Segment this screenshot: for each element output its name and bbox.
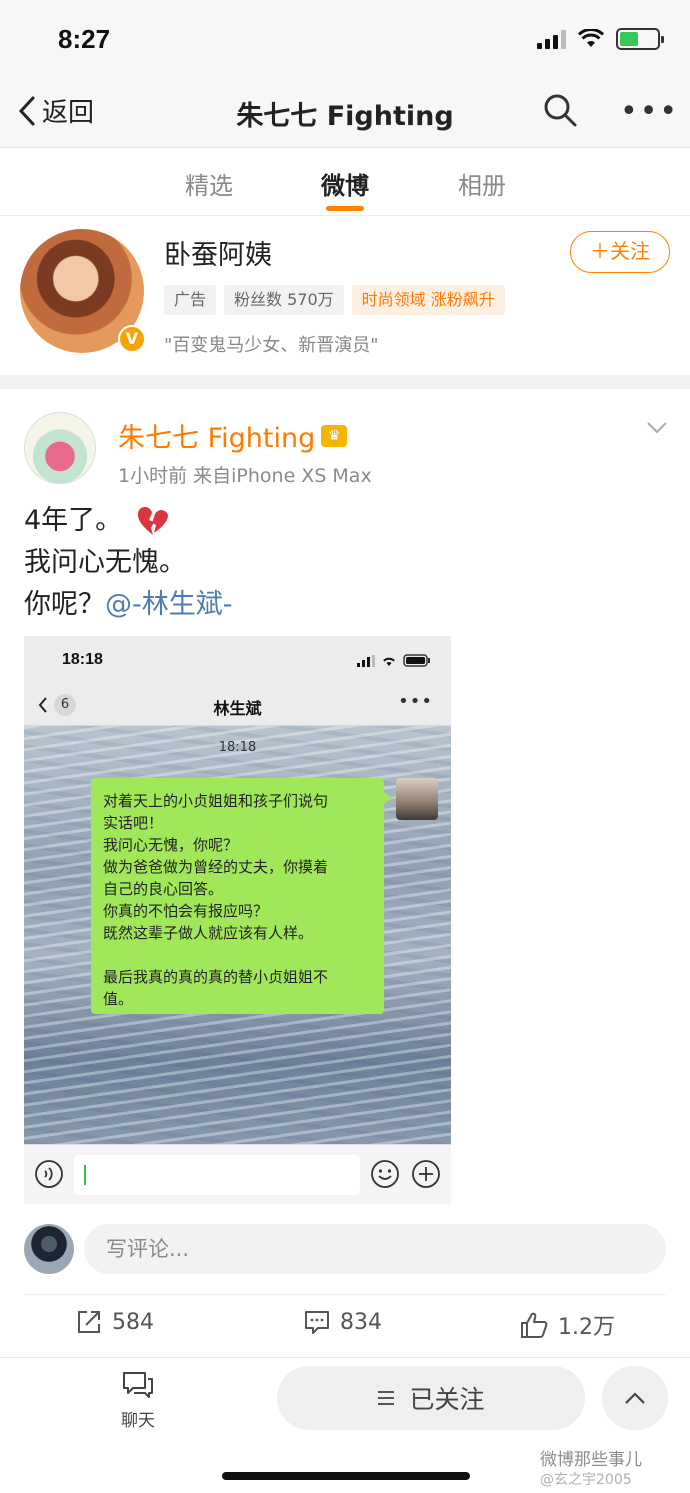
like-count: 1.2万 bbox=[558, 1315, 615, 1340]
image-status-bar: 18:18 bbox=[24, 636, 451, 686]
chat-bubble: 对着天上的小贞姐姐和孩子们说句 实话吧！ 我问心无愧，你呢？ 做为爸爸做为曾经的… bbox=[91, 778, 392, 1014]
mention-link[interactable]: @-林生斌- bbox=[105, 589, 233, 620]
plus-icon bbox=[412, 1160, 440, 1188]
comment-count: 834 bbox=[340, 1309, 382, 1335]
post-meta: 1小时前 来自iPhone XS Max bbox=[118, 465, 372, 487]
status-bar: 8:27 bbox=[0, 0, 690, 80]
verified-icon: V bbox=[118, 325, 146, 353]
image-chat-title: 林生斌 bbox=[213, 699, 262, 718]
chat-label: 聊天 bbox=[121, 1411, 155, 1431]
ad-label-tag: 广告 bbox=[164, 285, 217, 315]
voice-icon bbox=[35, 1160, 63, 1188]
trending-tag: 时尚领域 涨粉飙升 bbox=[351, 285, 505, 315]
sender-avatar bbox=[396, 778, 438, 820]
chat-timestamp: 18:18 bbox=[218, 740, 257, 755]
repost-icon bbox=[78, 1311, 100, 1333]
repost-button[interactable]: 584 bbox=[76, 1309, 154, 1335]
message-line: 最后我真的真的真的替小贞姐姐不 bbox=[103, 968, 329, 986]
message-line: 既然这辈子做人就应该有人样。 bbox=[103, 924, 314, 942]
tab-featured[interactable]: 精选 bbox=[185, 166, 233, 201]
watermark-handle: @玄之宇2005 bbox=[540, 1472, 632, 1488]
image-input-bar bbox=[24, 1144, 451, 1204]
chat-icon bbox=[123, 1372, 153, 1398]
signal-icon bbox=[357, 654, 375, 667]
ad-tags: 广告 粉丝数 570万 时尚领域 涨粉飙升 bbox=[164, 285, 505, 315]
post-line-1: 4年了。 bbox=[24, 505, 123, 536]
battery-icon bbox=[403, 654, 430, 667]
comment-button[interactable]: 834 bbox=[304, 1309, 382, 1335]
message-line: 你真的不怕会有报应吗？ bbox=[103, 902, 269, 920]
more-icon: ••• bbox=[620, 94, 680, 129]
image-status-time: 18:18 bbox=[62, 651, 103, 668]
ad-description: "百变鬼马少女、新晋演员" bbox=[164, 335, 379, 356]
watermark-title: 微博那些事儿 bbox=[540, 1450, 642, 1470]
message-line: 做为爸爸做为曾经的丈夫，你摸着 bbox=[103, 858, 329, 876]
tab-weibo[interactable]: 微博 bbox=[321, 166, 369, 201]
post-line-2: 我问心无愧。 bbox=[24, 547, 186, 578]
tab-album[interactable]: 相册 bbox=[458, 166, 506, 201]
followed-label: 已关注 bbox=[409, 1385, 485, 1414]
active-tab-indicator bbox=[326, 206, 364, 211]
author-avatar[interactable] bbox=[24, 412, 96, 484]
message-line: 实话吧！ bbox=[103, 814, 164, 832]
watermark: 微博那些事儿 @玄之宇2005 bbox=[540, 1450, 642, 1490]
thumbs-up-icon bbox=[521, 1312, 548, 1338]
post-text: 4年了。 我问心无愧。 你呢？@-林生斌- bbox=[24, 500, 233, 626]
repost-count: 584 bbox=[112, 1309, 154, 1335]
ad-account-name[interactable]: 卧蚕阿姨 bbox=[164, 233, 272, 272]
author-name: 朱七七 Fighting bbox=[118, 423, 316, 454]
status-icons bbox=[537, 28, 664, 50]
scroll-top-button[interactable] bbox=[602, 1366, 668, 1430]
comment-input[interactable]: 写评论... bbox=[84, 1224, 666, 1274]
ad-card: V 卧蚕阿姨 ＋关注 广告 粉丝数 570万 时尚领域 涨粉飙升 "百变鬼马少女… bbox=[0, 217, 690, 375]
post-menu-button[interactable] bbox=[646, 420, 668, 439]
message-line: 自己的良心回答。 bbox=[103, 880, 224, 898]
section-divider bbox=[0, 375, 690, 389]
nav-bar: 返回 朱七七 Fighting ••• bbox=[0, 80, 690, 148]
more-button[interactable]: ••• bbox=[620, 94, 679, 129]
chevron-down-icon bbox=[647, 422, 667, 434]
message-line: 对着天上的小贞姐姐和孩子们说句 bbox=[103, 792, 329, 810]
more-icon: ••• bbox=[398, 691, 433, 712]
followed-button[interactable]: 已关注 bbox=[277, 1366, 585, 1430]
broken-heart-icon bbox=[137, 506, 168, 535]
profile-tabs: 精选 微博 相册 bbox=[0, 148, 690, 216]
message-spacer bbox=[103, 944, 372, 966]
chevron-up-icon bbox=[625, 1392, 645, 1404]
page-title: 朱七七 Fighting bbox=[236, 101, 454, 132]
emoji-icon bbox=[371, 1160, 399, 1188]
crown-icon: ♛ bbox=[321, 424, 348, 447]
like-button[interactable]: 1.2万 bbox=[520, 1309, 615, 1341]
post-image[interactable]: 18:18 6 林生斌 ••• 18:18 对着天上的小贞姐姐和孩子们说句 实话… bbox=[24, 636, 451, 1204]
chat-button[interactable]: 聊天 bbox=[106, 1370, 170, 1431]
post-author[interactable]: 朱七七 Fighting ♛ bbox=[118, 416, 348, 455]
status-time: 8:27 bbox=[58, 24, 111, 54]
home-indicator bbox=[222, 1472, 470, 1480]
signal-icon bbox=[537, 29, 566, 49]
image-status-icons bbox=[357, 654, 431, 667]
post-line-3: 你呢？ bbox=[24, 589, 105, 620]
menu-icon bbox=[378, 1391, 395, 1405]
search-button[interactable] bbox=[542, 92, 578, 132]
message-line: 值。 bbox=[103, 990, 134, 1008]
image-chat-header: 6 林生斌 ••• bbox=[24, 686, 451, 726]
search-icon bbox=[544, 94, 577, 127]
message-line: 我问心无愧，你呢？ bbox=[103, 836, 239, 854]
action-bar: 584 834 1.2万 bbox=[24, 1294, 666, 1354]
wifi-icon bbox=[578, 29, 604, 47]
user-avatar[interactable] bbox=[24, 1224, 74, 1274]
comment-icon bbox=[305, 1311, 329, 1334]
image-text-field bbox=[74, 1155, 360, 1195]
follower-count-tag: 粉丝数 570万 bbox=[224, 285, 344, 315]
wifi-icon bbox=[383, 657, 395, 666]
follow-button[interactable]: ＋关注 bbox=[570, 231, 670, 273]
battery-icon bbox=[616, 28, 664, 50]
